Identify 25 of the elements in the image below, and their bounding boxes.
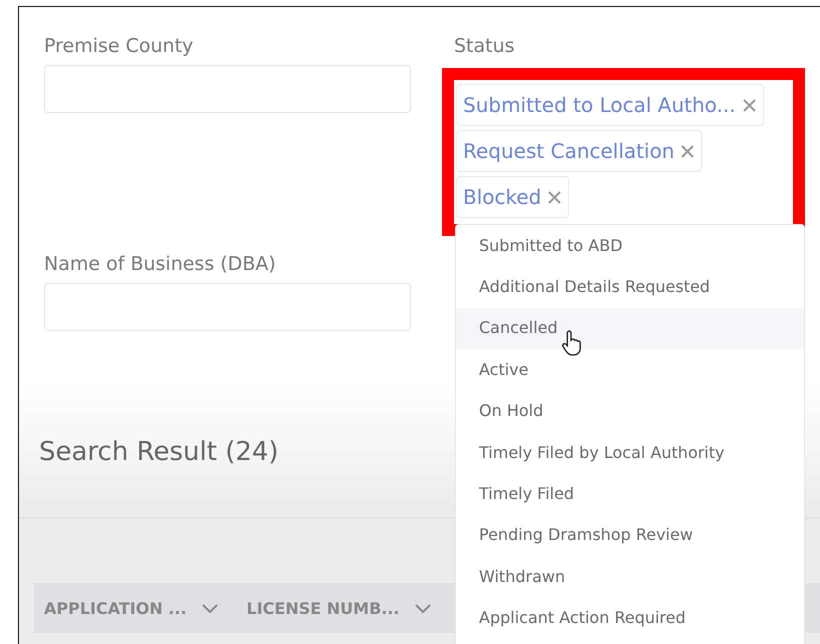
status-tag[interactable]: Blocked: [456, 176, 570, 218]
dropdown-option[interactable]: Cancelled: [456, 308, 804, 350]
search-result-heading: Search Result (24): [39, 436, 279, 469]
dropdown-option[interactable]: Active: [456, 349, 804, 391]
text-field[interactable]: [44, 65, 411, 113]
status-tag[interactable]: Request Cancellation: [456, 130, 702, 172]
close-icon[interactable]: [680, 144, 696, 158]
dropdown-option[interactable]: Applicant Action Required: [456, 598, 804, 639]
status-tag[interactable]: Submitted to Local Autho...: [456, 84, 764, 126]
dropdown-option[interactable]: Pending Dramshop Review: [456, 514, 804, 556]
status-field[interactable]: Submitted to Local Autho... Request Cancellation Blocked: [442, 68, 805, 236]
dropdown-option[interactable]: Additional Details Requested: [456, 266, 804, 308]
chevron-down-icon[interactable]: [200, 602, 219, 614]
dropdown-option[interactable]: Withdrawn: [456, 556, 804, 598]
field-label: Name of Business (DBA): [44, 253, 277, 275]
hand-cursor-icon: [560, 330, 582, 356]
dropdown-option[interactable]: On Hold: [456, 390, 804, 432]
dropdown-option[interactable]: Timely Filed by Local Authority: [456, 432, 804, 474]
dropdown-option[interactable]: Timely Filed: [456, 473, 804, 515]
close-icon[interactable]: [742, 98, 757, 112]
close-icon[interactable]: [547, 190, 562, 204]
text-field[interactable]: [44, 283, 411, 331]
field-label: Premise County: [44, 35, 194, 57]
field-label: Status: [454, 35, 516, 57]
chevron-down-icon[interactable]: [414, 602, 432, 614]
